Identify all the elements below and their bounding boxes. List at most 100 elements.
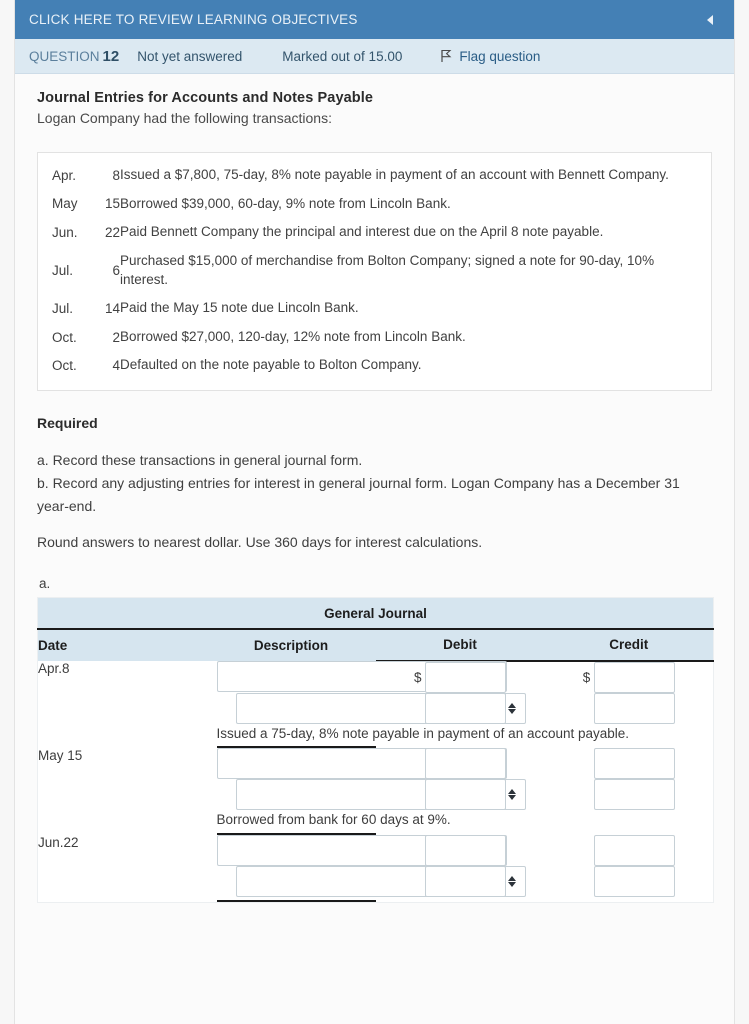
general-journal-columns: Date Description Debit Credit	[37, 628, 714, 662]
credit-wrap: $	[545, 692, 714, 724]
credit-input[interactable]	[593, 661, 675, 693]
general-journal-head: General Journal	[37, 597, 714, 630]
debit-input[interactable]	[425, 692, 506, 724]
question-content: CLICK HERE TO REVIEW LEARNING OBJECTIVES…	[15, 0, 734, 1024]
page-gutter-left	[0, 0, 15, 1024]
journal-entry-line1-credit: $	[544, 834, 714, 866]
transaction-day: 2	[112, 329, 120, 345]
transaction-description: Purchased $15,000 of merchandise from Bo…	[120, 252, 655, 287]
credit-wrap: $	[545, 834, 714, 866]
flag-question-label: Flag question	[459, 48, 541, 64]
dollar-sign: $	[414, 669, 422, 685]
credit-input[interactable]	[593, 748, 675, 780]
explanation-debit-spacer	[375, 896, 545, 903]
question-state: Not yet answered	[137, 48, 243, 64]
general-journal-body: Apr.8$$$$Issued a 75-day, 8% note payabl…	[37, 660, 714, 903]
transaction-description: Issued a $7,800, 75-day, 8% note payable…	[120, 167, 669, 182]
transaction-row: Apr. 8 Issued a $7,800, 75-day, 8% note pa…	[52, 161, 697, 190]
debit-input[interactable]	[425, 779, 506, 811]
journal-entry-line1-credit: $	[544, 748, 714, 780]
credit-input[interactable]	[593, 865, 675, 897]
journal-entry-row: Apr.8 $ $	[37, 660, 714, 749]
required-note: Round answers to nearest dollar. Use 360…	[37, 533, 483, 550]
credit-wrap: $	[545, 748, 714, 780]
required-heading: Required	[37, 415, 98, 431]
transaction-month: Apr.	[52, 167, 77, 183]
page-gutter-right	[734, 0, 749, 1024]
transaction-day: 14	[104, 300, 120, 316]
required-item-a: a. Record these transactions in general …	[37, 452, 363, 468]
credit-input[interactable]	[593, 834, 675, 866]
dollar-sign: $	[582, 669, 591, 685]
question-marks: Marked out of 15.00	[282, 48, 403, 64]
transactions-box: Apr. 8 Issued a $7,800, 75-day, 8% note pa…	[37, 152, 712, 391]
journal-entry-line2-description	[206, 779, 526, 811]
journal-entry-explanation-cell: Issued a 75-day, 8% note payable in paym…	[206, 723, 630, 749]
journal-entry-line1-description	[206, 748, 507, 780]
updown-arrows-icon	[507, 702, 516, 714]
part-a-label: a.	[39, 575, 51, 591]
column-header-description: Description	[206, 628, 376, 661]
journal-entry-line2-description	[206, 692, 526, 724]
question-number-label: QUESTION 12	[29, 48, 119, 65]
transaction-description: Borrowed $27,000, 120-day, 12% note from…	[120, 328, 466, 344]
transaction-day: 8	[112, 167, 120, 183]
question-word: QUESTION	[29, 48, 100, 64]
page-title: Journal Entries for Accounts and Notes P…	[37, 90, 374, 106]
debit-input[interactable]	[425, 661, 506, 693]
credit-wrap: $	[545, 661, 714, 693]
flag-icon	[441, 49, 452, 62]
transaction-row: Jun. 22 Paid Bennett Company the principal…	[52, 218, 697, 247]
journal-entry-row: Jun.22 $$	[37, 834, 714, 903]
updown-arrows-icon	[507, 875, 516, 887]
general-journal-table: General Journal Date Description Debit C…	[37, 596, 714, 903]
transaction-day: 4	[112, 358, 120, 374]
journal-entry-line1-credit: $	[544, 660, 714, 693]
credit-wrap: $	[545, 779, 714, 811]
transaction-month: Oct.	[52, 358, 77, 374]
transaction-row: Jul. 6 Purchased $15,000 of merchandise fr…	[52, 247, 697, 294]
column-header-credit: Credit	[544, 628, 714, 662]
explanation-credit-spacer	[544, 810, 714, 835]
triangle-left-icon[interactable]	[704, 13, 716, 27]
question-info-bar: QUESTION 12 Not yet answered Marked out o…	[15, 39, 734, 74]
journal-entry-line2-credit: $	[544, 779, 714, 811]
journal-entry-date: Jun.22	[37, 834, 207, 903]
journal-entry-line1-description	[206, 834, 507, 866]
transaction-day: 6	[112, 263, 120, 278]
transaction-day: 15	[104, 196, 120, 212]
required-item-b: b. Record any adjusting entries for inte…	[37, 474, 680, 514]
credit-wrap: $	[545, 865, 714, 897]
question-body: Journal Entries for Accounts and Notes P…	[15, 74, 734, 903]
journal-entry-explanation-cell	[206, 896, 630, 903]
general-journal-title: General Journal	[37, 597, 714, 630]
journal-entry-date: May 15	[37, 748, 207, 835]
journal-entry-line2-description	[206, 865, 526, 897]
quiz-page: CLICK HERE TO REVIEW LEARNING OBJECTIVES…	[0, 0, 749, 1024]
journal-entry-line1-description	[206, 660, 507, 693]
required-items: a. Record these transactions in general …	[37, 449, 712, 518]
transaction-description: Paid Bennett Company the principal and i…	[120, 224, 604, 240]
debit-input[interactable]	[425, 834, 506, 866]
transaction-row: Oct. 4 Defaulted on the note payable to Bo…	[52, 351, 697, 380]
transaction-month: Jul.	[52, 263, 74, 278]
debit-input[interactable]	[425, 748, 506, 780]
transaction-month: Jun.	[52, 225, 78, 241]
updown-arrows-icon	[507, 789, 516, 801]
explanation-credit-spacer	[544, 896, 714, 903]
journal-entry-date: Apr.8	[37, 660, 207, 749]
transaction-month: Jul.	[52, 300, 74, 316]
journal-entry-line2-credit: $	[544, 692, 714, 724]
credit-input[interactable]	[593, 779, 675, 811]
journal-entry-explanation-cell: Borrowed from bank for 60 days at 9%.	[206, 810, 630, 835]
credit-input[interactable]	[593, 692, 675, 724]
learning-objectives-bar[interactable]: CLICK HERE TO REVIEW LEARNING OBJECTIVES	[15, 0, 734, 39]
transaction-row: May 15 Borrowed $39,000, 60-day, 9% note f…	[52, 190, 697, 219]
transactions-table: Apr. 8 Issued a $7,800, 75-day, 8% note pa…	[52, 161, 697, 380]
question-number: 12	[102, 47, 120, 65]
learning-objectives-label: CLICK HERE TO REVIEW LEARNING OBJECTIVES	[29, 12, 358, 27]
question-intro: Logan Company had the following transact…	[37, 110, 332, 126]
flag-question-button[interactable]: Flag question	[440, 49, 540, 64]
column-header-date: Date	[37, 628, 207, 661]
debit-input[interactable]	[425, 865, 506, 897]
